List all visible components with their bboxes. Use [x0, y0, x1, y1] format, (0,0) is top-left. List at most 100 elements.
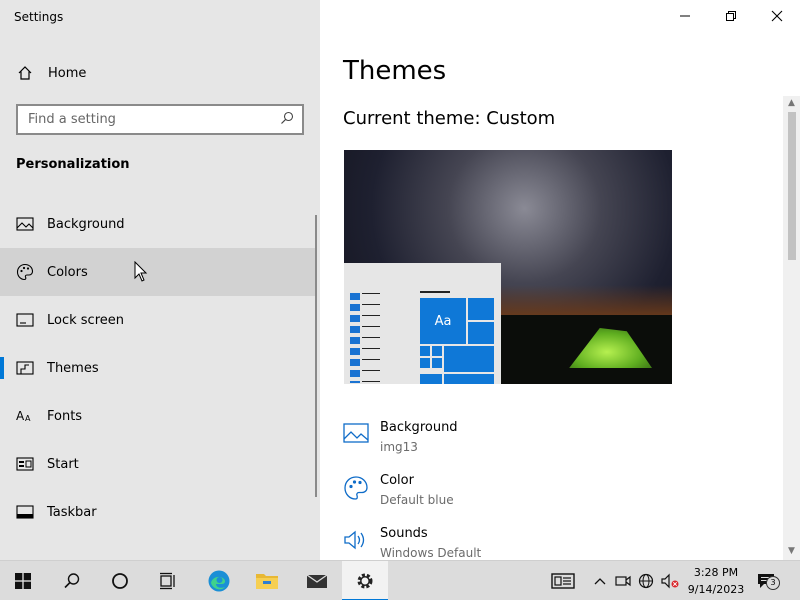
search-input[interactable] — [28, 112, 268, 127]
cortana-icon — [112, 573, 128, 589]
sidebar-item-colors[interactable]: Colors — [0, 248, 316, 296]
chevron-up-icon — [594, 578, 606, 585]
file-explorer-button[interactable] — [244, 561, 290, 600]
show-hidden-icons-button[interactable] — [588, 561, 612, 600]
settings-taskbar-button[interactable] — [342, 561, 388, 600]
taskbar-clock[interactable]: 3:28 PM 9/14/2023 — [686, 564, 746, 598]
sidebar-item-label: Colors — [47, 264, 88, 280]
sidebar-item-label: Taskbar — [47, 504, 97, 520]
volume-button[interactable] — [658, 561, 682, 600]
folder-icon — [256, 574, 278, 589]
mock-tile — [468, 298, 494, 320]
sidebar-item-fonts[interactable]: AA Fonts — [0, 392, 316, 440]
home-link[interactable]: Home — [16, 62, 86, 84]
mock-tile — [444, 374, 494, 384]
mock-tile — [432, 358, 442, 368]
svg-text:A: A — [16, 409, 25, 423]
mock-tile — [432, 346, 442, 356]
mail-icon — [306, 574, 328, 588]
taskbar-icon — [16, 503, 34, 521]
mock-sidebar-strip — [350, 293, 360, 383]
mail-button[interactable] — [294, 561, 340, 600]
app-title: Settings — [14, 10, 64, 24]
setting-value: img13 — [380, 440, 418, 454]
current-theme-label: Current theme: Custom — [343, 108, 556, 129]
sidebar-item-label: Lock screen — [47, 312, 124, 328]
meet-now-button[interactable] — [611, 561, 635, 600]
sidebar-nav: Background Colors Lock screen Themes AA … — [0, 200, 316, 536]
mock-tile — [420, 346, 430, 356]
start-icon — [16, 455, 34, 473]
search-icon — [64, 573, 80, 589]
network-button[interactable] — [634, 561, 658, 600]
home-icon — [16, 64, 34, 82]
sidebar-item-taskbar[interactable]: Taskbar — [0, 488, 316, 536]
restore-button[interactable] — [708, 0, 754, 32]
setting-name: Sounds — [380, 526, 428, 541]
gear-icon — [357, 573, 373, 589]
speaker-icon — [343, 528, 369, 554]
mock-tile-large: Aa — [420, 298, 466, 344]
close-icon — [771, 10, 783, 22]
mock-text-lines — [362, 293, 380, 383]
cortana-button[interactable] — [97, 561, 143, 600]
lock-screen-icon — [16, 311, 34, 329]
mouse-cursor-icon — [134, 260, 148, 283]
page-title: Themes — [343, 56, 447, 86]
fonts-icon: AA — [16, 407, 34, 425]
globe-icon — [638, 573, 654, 589]
search-box[interactable] — [16, 104, 304, 135]
minimize-button[interactable] — [662, 0, 708, 32]
setting-color[interactable]: Color Default blue — [343, 472, 454, 510]
edge-button[interactable] — [196, 561, 242, 600]
edge-icon — [208, 570, 230, 592]
sidebar-item-start[interactable]: Start — [0, 440, 316, 488]
setting-background[interactable]: Background img13 — [343, 419, 458, 457]
setting-name: Background — [380, 420, 458, 435]
mock-tiles: Aa — [420, 298, 494, 384]
themes-icon — [16, 359, 34, 377]
section-title: Personalization — [16, 157, 130, 172]
sidebar-item-label: Themes — [47, 360, 99, 376]
scrollbar-thumb[interactable] — [788, 112, 796, 260]
notification-badge: 3 — [766, 576, 780, 590]
setting-sounds[interactable]: Sounds Windows Default — [343, 525, 481, 563]
search-icon[interactable] — [280, 110, 294, 129]
sidebar-item-label: Fonts — [47, 408, 83, 424]
volume-muted-icon — [661, 573, 679, 589]
mock-tile — [444, 346, 494, 372]
image-icon — [343, 422, 369, 448]
preview-window-mock: Aa — [344, 263, 501, 384]
sidebar-item-background[interactable]: Background — [0, 200, 316, 248]
camera-icon — [615, 575, 631, 587]
sidebar-item-lock-screen[interactable]: Lock screen — [0, 296, 316, 344]
scroll-up-icon[interactable]: ▲ — [783, 96, 800, 110]
sidebar-item-label: Background — [47, 216, 125, 232]
task-view-icon — [160, 572, 175, 590]
sidebar-item-themes[interactable]: Themes — [0, 344, 316, 392]
clock-time: 3:28 PM — [693, 566, 739, 579]
windows-logo-icon — [15, 573, 31, 589]
news-button[interactable] — [550, 561, 576, 600]
mock-top-line — [420, 291, 450, 293]
svg-text:A: A — [25, 414, 31, 423]
close-button[interactable] — [754, 0, 800, 32]
restore-icon — [726, 11, 736, 21]
mock-tile — [420, 374, 442, 384]
search-button[interactable] — [49, 561, 95, 600]
taskbar: 3:28 PM 9/14/2023 — [0, 560, 800, 600]
image-icon — [16, 215, 34, 233]
minimize-icon — [680, 15, 690, 17]
setting-name: Color — [380, 473, 414, 488]
news-icon — [551, 573, 575, 589]
palette-icon — [343, 475, 369, 501]
start-button[interactable] — [0, 561, 46, 600]
home-label: Home — [48, 65, 87, 81]
main-scrollbar[interactable]: ▲ ▼ — [783, 96, 800, 560]
setting-value: Default blue — [380, 493, 454, 507]
clock-date: 9/14/2023 — [687, 583, 745, 596]
sidebar-scrollbar[interactable] — [315, 215, 317, 497]
scroll-down-icon[interactable]: ▼ — [783, 544, 800, 558]
mock-tile — [468, 322, 494, 344]
task-view-button[interactable] — [145, 561, 191, 600]
